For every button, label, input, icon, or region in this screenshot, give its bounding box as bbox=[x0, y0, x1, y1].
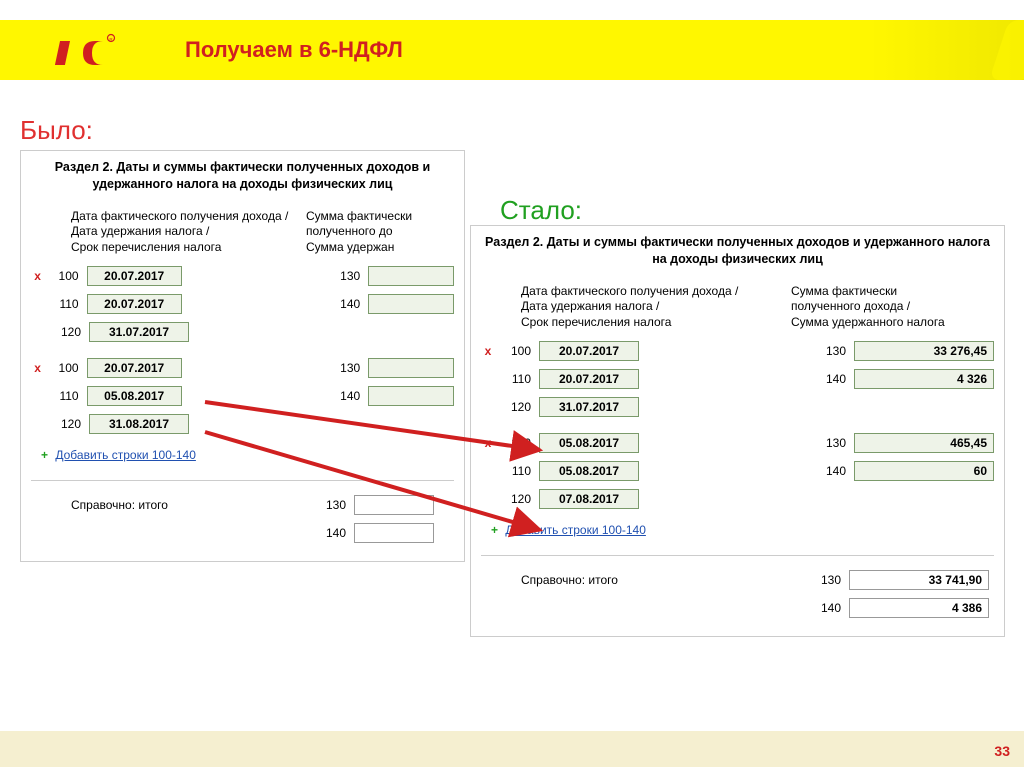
sum-field[interactable]: 60 bbox=[854, 461, 994, 481]
summary-label: Справочно: итого bbox=[71, 498, 271, 512]
before-block-1: x 100 20.07.2017 130 110 20.07.2017 140 … bbox=[31, 264, 454, 344]
col-header-dates: Дата фактического получения дохода / Дат… bbox=[71, 209, 306, 256]
date-field[interactable]: 05.08.2017 bbox=[539, 433, 639, 453]
sum-field[interactable] bbox=[368, 294, 454, 314]
panel-before: Раздел 2. Даты и суммы фактически получе… bbox=[20, 150, 465, 562]
code-140: 140 bbox=[332, 389, 360, 403]
delete-icon[interactable]: x bbox=[31, 269, 44, 283]
code-140: 140 bbox=[332, 297, 360, 311]
code-130: 130 bbox=[316, 498, 346, 512]
code-110: 110 bbox=[50, 389, 78, 403]
code-120: 120 bbox=[501, 492, 531, 506]
slide-title: Получаем в 6-НДФЛ bbox=[185, 37, 403, 63]
sum-field[interactable] bbox=[368, 358, 454, 378]
label-before: Было: bbox=[20, 115, 93, 146]
date-field[interactable]: 05.08.2017 bbox=[539, 461, 639, 481]
delete-icon[interactable]: x bbox=[481, 436, 495, 450]
summary-field: 4 386 bbox=[849, 598, 989, 618]
section-title-before: Раздел 2. Даты и суммы фактически получе… bbox=[31, 159, 454, 193]
logo-1c: R bbox=[55, 27, 125, 73]
code-130: 130 bbox=[816, 344, 846, 358]
code-130: 130 bbox=[816, 436, 846, 450]
code-100: 100 bbox=[50, 361, 78, 375]
code-130: 130 bbox=[332, 361, 360, 375]
summary-field bbox=[354, 523, 434, 543]
column-headers-before: Дата фактического получения дохода / Дат… bbox=[31, 209, 454, 256]
sum-field[interactable] bbox=[368, 266, 454, 286]
plus-icon: + bbox=[491, 523, 498, 537]
summary-field: 33 741,90 bbox=[849, 570, 989, 590]
date-field[interactable]: 20.07.2017 bbox=[539, 341, 639, 361]
code-130: 130 bbox=[811, 573, 841, 587]
header-band: R Получаем в 6-НДФЛ bbox=[0, 20, 1024, 80]
divider bbox=[31, 480, 454, 481]
code-100: 100 bbox=[50, 269, 78, 283]
code-110: 110 bbox=[501, 372, 531, 386]
before-block-2: x 100 20.07.2017 130 110 05.08.2017 140 … bbox=[31, 356, 454, 436]
code-130: 130 bbox=[332, 269, 360, 283]
code-100: 100 bbox=[501, 344, 531, 358]
column-headers-after: Дата фактического получения дохода / Дат… bbox=[481, 284, 994, 331]
code-120: 120 bbox=[501, 400, 531, 414]
panel-after: Раздел 2. Даты и суммы фактически получе… bbox=[470, 225, 1005, 637]
code-100: 100 bbox=[501, 436, 531, 450]
add-rows-link[interactable]: + Добавить строки 100-140 bbox=[491, 523, 994, 537]
sum-field[interactable] bbox=[368, 386, 454, 406]
date-field[interactable]: 20.07.2017 bbox=[87, 358, 182, 378]
add-rows-text[interactable]: Добавить строки 100-140 bbox=[505, 523, 646, 537]
code-140: 140 bbox=[316, 526, 346, 540]
date-field[interactable]: 20.07.2017 bbox=[87, 266, 182, 286]
sum-field[interactable]: 4 326 bbox=[854, 369, 994, 389]
summary-field bbox=[354, 495, 434, 515]
code-140: 140 bbox=[816, 464, 846, 478]
code-140: 140 bbox=[816, 372, 846, 386]
date-field[interactable]: 20.07.2017 bbox=[87, 294, 182, 314]
delete-icon[interactable]: x bbox=[481, 344, 495, 358]
divider bbox=[481, 555, 994, 556]
col-header-sums: Сумма фактически полученного дохода / Су… bbox=[791, 284, 945, 331]
add-rows-link[interactable]: + Добавить строки 100-140 bbox=[41, 448, 454, 462]
plus-icon: + bbox=[41, 448, 48, 462]
section-title-after: Раздел 2. Даты и суммы фактически получе… bbox=[481, 234, 994, 268]
date-field[interactable]: 05.08.2017 bbox=[87, 386, 182, 406]
summary-label: Справочно: итого bbox=[521, 573, 751, 587]
code-120: 120 bbox=[51, 417, 81, 431]
delete-icon[interactable]: x bbox=[31, 361, 44, 375]
code-140: 140 bbox=[811, 601, 841, 615]
code-120: 120 bbox=[51, 325, 81, 339]
sum-field[interactable]: 33 276,45 bbox=[854, 341, 994, 361]
code-110: 110 bbox=[501, 464, 531, 478]
after-block-2: x 100 05.08.2017 130 465,45 110 05.08.20… bbox=[481, 431, 994, 511]
date-field[interactable]: 07.08.2017 bbox=[539, 489, 639, 509]
col-header-sums: Сумма фактически полученного до Сумма уд… bbox=[306, 209, 412, 256]
date-field[interactable]: 31.07.2017 bbox=[89, 322, 189, 342]
footer-bar: 33 bbox=[0, 731, 1024, 767]
col-header-dates: Дата фактического получения дохода / Дат… bbox=[521, 284, 791, 331]
date-field[interactable]: 31.07.2017 bbox=[539, 397, 639, 417]
sum-field[interactable]: 465,45 bbox=[854, 433, 994, 453]
label-after: Стало: bbox=[500, 195, 582, 226]
page-number: 33 bbox=[994, 743, 1010, 759]
add-rows-text[interactable]: Добавить строки 100-140 bbox=[55, 448, 196, 462]
code-110: 110 bbox=[50, 297, 78, 311]
after-block-1: x 100 20.07.2017 130 33 276,45 110 20.07… bbox=[481, 339, 994, 419]
date-field[interactable]: 20.07.2017 bbox=[539, 369, 639, 389]
date-field[interactable]: 31.08.2017 bbox=[89, 414, 189, 434]
